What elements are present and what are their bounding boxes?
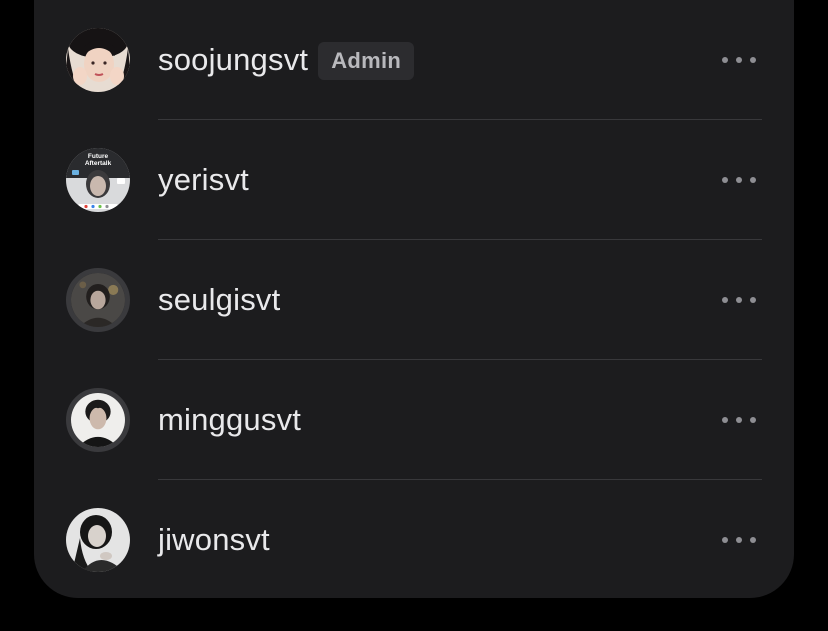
member-row[interactable]: jiwonsvt xyxy=(34,480,794,600)
username-label: soojungsvt xyxy=(158,42,309,77)
member-row[interactable]: seulgisvt xyxy=(34,240,794,360)
more-options-button[interactable] xyxy=(722,410,756,430)
more-horizontal-icon xyxy=(722,297,728,303)
avatar[interactable]: Future Aftertalk xyxy=(66,148,130,212)
profile-photo-icon xyxy=(66,28,130,92)
username[interactable]: jiwonsvt xyxy=(158,522,270,558)
avatar-text: Aftertalk xyxy=(85,160,112,167)
more-options-button[interactable] xyxy=(722,50,756,70)
profile-photo-icon xyxy=(66,508,130,572)
profile-photo-icon xyxy=(71,273,125,327)
avatar[interactable] xyxy=(66,388,130,452)
username[interactable]: soojungsvt Admin xyxy=(158,42,415,80)
more-horizontal-icon xyxy=(722,417,728,423)
member-list-panel: soojungsvt Admin Future Aftertalk yerisv… xyxy=(34,0,794,598)
member-row[interactable]: soojungsvt Admin xyxy=(34,0,794,120)
avatar[interactable] xyxy=(66,28,130,92)
avatar[interactable] xyxy=(66,508,130,572)
admin-badge: Admin xyxy=(318,42,415,80)
username[interactable]: seulgisvt xyxy=(158,282,280,318)
profile-photo-icon xyxy=(71,393,125,447)
more-horizontal-icon xyxy=(722,57,728,63)
more-options-button[interactable] xyxy=(722,170,756,190)
more-options-button[interactable] xyxy=(722,530,756,550)
member-row[interactable]: Future Aftertalk yerisvt xyxy=(34,120,794,240)
username[interactable]: yerisvt xyxy=(158,162,249,198)
avatar[interactable] xyxy=(66,268,130,332)
avatar-text: Future xyxy=(88,153,109,160)
username[interactable]: minggusvt xyxy=(158,402,301,438)
more-options-button[interactable] xyxy=(722,290,756,310)
more-horizontal-icon xyxy=(722,537,728,543)
member-row[interactable]: minggusvt xyxy=(34,360,794,480)
more-horizontal-icon xyxy=(722,177,728,183)
profile-photo-icon: Future Aftertalk xyxy=(66,148,130,212)
